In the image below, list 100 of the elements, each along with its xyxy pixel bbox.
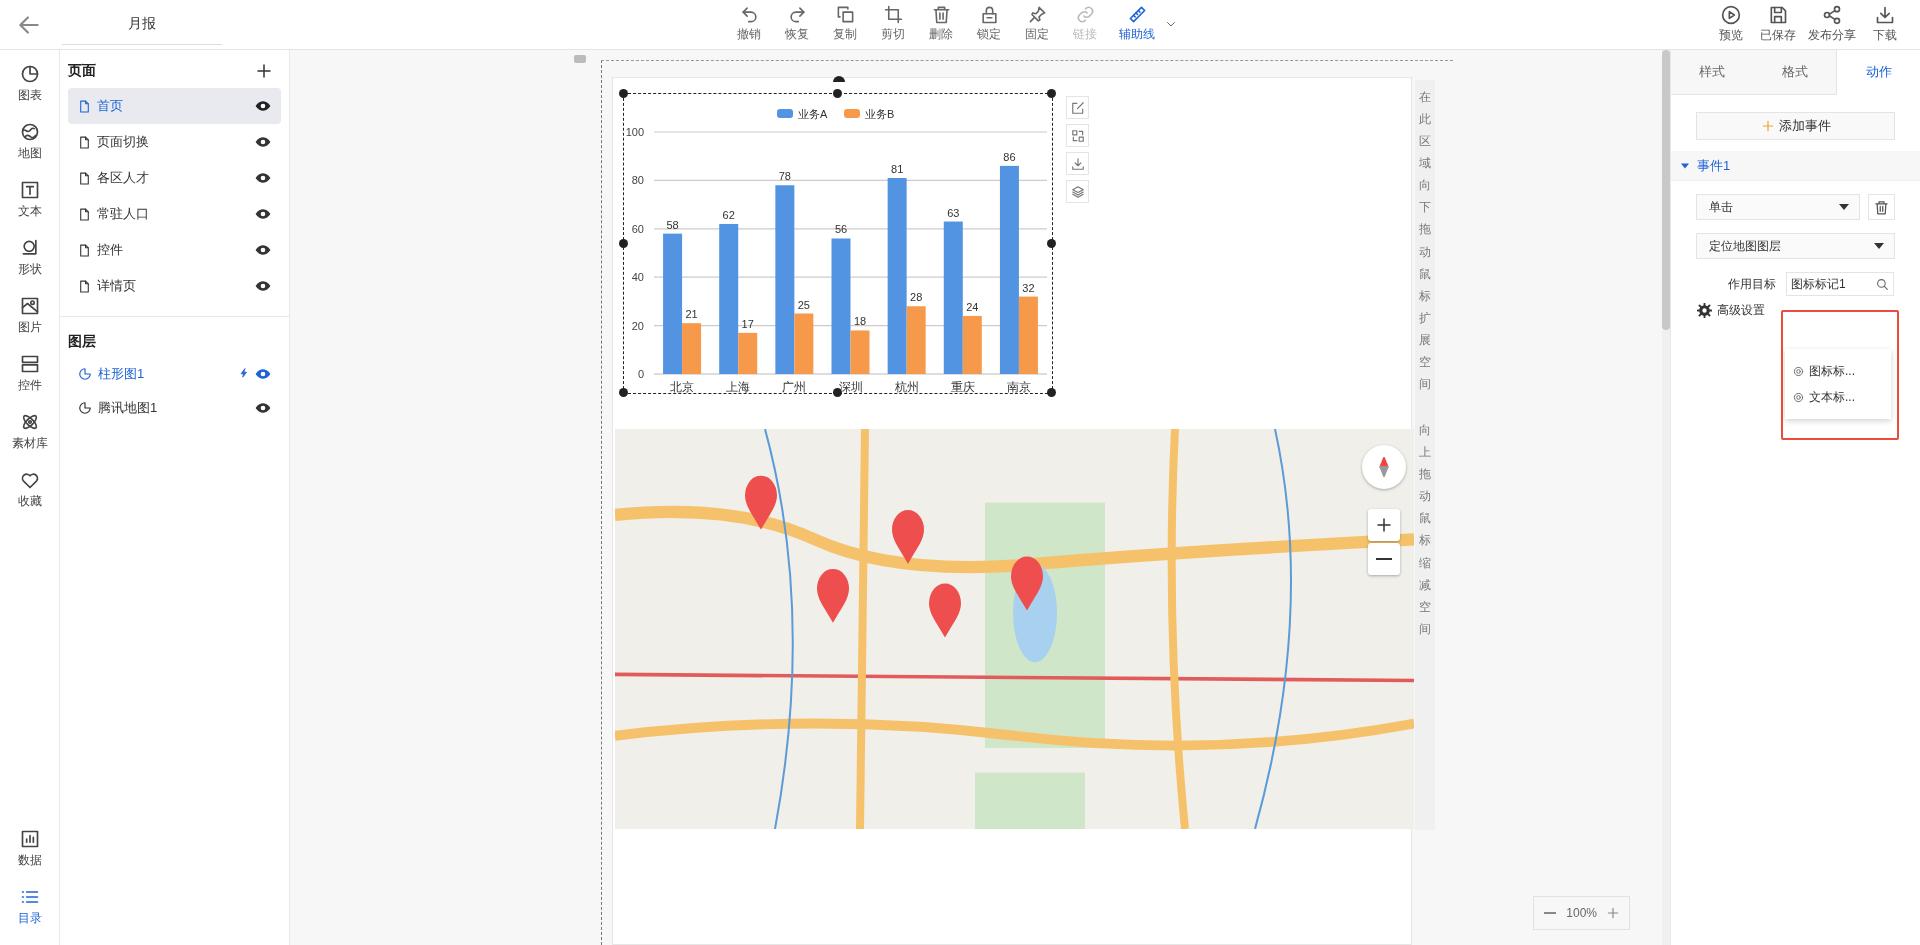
layers-button[interactable] xyxy=(1066,180,1089,203)
ruler-icon xyxy=(1127,5,1147,24)
rail-item[interactable]: 形状 xyxy=(0,238,59,296)
advanced-settings-button[interactable]: 高级设置 xyxy=(1697,302,1765,319)
data-label: 81 xyxy=(891,163,904,175)
plus-icon xyxy=(255,62,273,80)
target-icon xyxy=(1793,365,1804,377)
rail-item[interactable]: 收藏 xyxy=(0,470,59,528)
expand-area-bar[interactable]: 在此区域向下拖动鼠标扩展空间 向上拖动鼠标缩减空间 xyxy=(1415,80,1435,830)
page-item[interactable]: 页面切换 xyxy=(68,124,281,160)
undo-icon xyxy=(739,5,759,24)
rail-item[interactable]: 图表 xyxy=(0,64,59,122)
eye-icon xyxy=(255,366,271,382)
data-label: 32 xyxy=(1022,281,1035,294)
resize-handle[interactable] xyxy=(833,89,842,98)
legend-swatch xyxy=(844,109,860,118)
page-icon xyxy=(78,207,91,221)
data-label: 17 xyxy=(741,317,754,330)
add-page-button[interactable] xyxy=(255,62,273,80)
swap-icon xyxy=(1070,128,1085,143)
bar-chart-icon xyxy=(19,829,40,849)
rail-item[interactable]: 素材库 xyxy=(0,412,59,470)
toolbar-button[interactable]: 辅助线 xyxy=(1109,0,1165,48)
toolbar-button[interactable]: 固定 xyxy=(1013,0,1061,48)
globe-icon xyxy=(19,122,40,142)
resize-handle[interactable] xyxy=(1047,238,1056,248)
share-icon xyxy=(1822,4,1842,25)
toolbar-button[interactable]: 复制 xyxy=(821,0,869,48)
trigger-select[interactable]: 单击 xyxy=(1696,194,1860,220)
resize-handle[interactable] xyxy=(619,238,628,248)
rail-item[interactable]: 图片 xyxy=(0,296,59,354)
save-icon xyxy=(1768,4,1788,25)
panel-tab[interactable]: 样式 xyxy=(1671,50,1754,95)
lightning-icon xyxy=(239,365,249,380)
toolbar-button[interactable]: 剪切 xyxy=(869,0,917,48)
add-event-button[interactable]: 添加事件 xyxy=(1696,112,1895,140)
page-icon xyxy=(78,243,91,257)
eye-icon xyxy=(255,400,271,416)
search-icon xyxy=(1876,277,1889,291)
edit-icon xyxy=(1070,100,1085,115)
header-action-button[interactable]: 已保存 xyxy=(1754,0,1802,48)
resize-handle[interactable] xyxy=(1047,388,1056,397)
data-label: 25 xyxy=(797,298,810,311)
data-label: 63 xyxy=(947,206,960,219)
toolbar-button[interactable]: 撤销 xyxy=(725,0,773,48)
event-header[interactable]: 事件1 xyxy=(1671,151,1920,181)
header-action-button[interactable]: 发布分享 xyxy=(1802,0,1862,48)
dropdown-option[interactable]: 文本标... xyxy=(1785,386,1891,408)
zoom-in-button[interactable] xyxy=(1368,509,1400,541)
toolbar-button[interactable]: 删除 xyxy=(917,0,965,48)
axis-label: 40 xyxy=(631,271,644,284)
resize-handle[interactable] xyxy=(1047,89,1056,98)
page-item[interactable]: 常驻人口 xyxy=(68,196,281,232)
axis-label: 重庆 xyxy=(950,380,975,394)
target-search-field[interactable]: 图标标记1 xyxy=(1786,272,1894,296)
toolbar-button[interactable]: 恢复 xyxy=(773,0,821,48)
plus-icon xyxy=(1375,516,1393,534)
dropdown-option[interactable]: 图标标... xyxy=(1785,360,1891,382)
page-item[interactable]: 各区人才 xyxy=(68,160,281,196)
legend-label: 业务B xyxy=(865,108,895,120)
page-icon xyxy=(78,279,91,293)
swap-button[interactable] xyxy=(1066,124,1089,147)
panel-icon xyxy=(19,354,40,374)
toolbar-button[interactable]: 锁定 xyxy=(965,0,1013,48)
page-icon xyxy=(78,171,91,185)
edit-button[interactable] xyxy=(1066,96,1089,119)
layer-item[interactable]: 腾讯地图1 xyxy=(68,391,281,425)
header-action-button[interactable]: 下载 xyxy=(1862,0,1908,48)
zoom-out-button[interactable] xyxy=(1368,543,1400,575)
action-select[interactable]: 定位地图图层 xyxy=(1696,233,1895,259)
axis-label: 南京 xyxy=(1006,380,1031,394)
eye-icon xyxy=(255,278,271,294)
eye-icon xyxy=(255,170,271,186)
download-button[interactable] xyxy=(1066,152,1089,175)
drag-hint-text: 在此区域向下拖动鼠标扩展空间 xyxy=(1419,89,1431,393)
rail-item[interactable]: 控件 xyxy=(0,354,59,412)
image-icon xyxy=(19,296,40,316)
scrollbar-thumb[interactable] xyxy=(1662,50,1670,330)
axis-label: 100 xyxy=(625,126,644,138)
page-item[interactable]: 详情页 xyxy=(68,268,281,304)
resize-handle[interactable] xyxy=(619,89,628,98)
rail-item[interactable]: 目录 xyxy=(0,887,59,945)
resize-handle[interactable] xyxy=(619,388,628,397)
redo-icon xyxy=(787,5,807,24)
eye-icon xyxy=(255,134,271,150)
pin-icon xyxy=(1027,5,1047,24)
rail-item[interactable]: 数据 xyxy=(0,829,59,887)
delete-button[interactable] xyxy=(1868,194,1895,220)
panel-tab[interactable]: 格式 xyxy=(1753,50,1837,95)
rail-item[interactable]: 地图 xyxy=(0,122,59,180)
rotate-handle[interactable] xyxy=(833,76,845,82)
header-action-button[interactable]: 预览 xyxy=(1708,0,1754,48)
minus-icon xyxy=(1544,912,1557,914)
zoom-value: 100% xyxy=(1566,906,1597,920)
page-item[interactable]: 控件 xyxy=(68,232,281,268)
report-title-field[interactable]: 月报 xyxy=(62,4,222,45)
layer-item[interactable]: 柱形图1 xyxy=(68,357,281,391)
rail-item[interactable]: 文本 xyxy=(0,180,59,238)
drag-hint-text: 向上拖动鼠标缩减空间 xyxy=(1419,422,1431,638)
page-item[interactable]: 首页 xyxy=(68,88,281,124)
